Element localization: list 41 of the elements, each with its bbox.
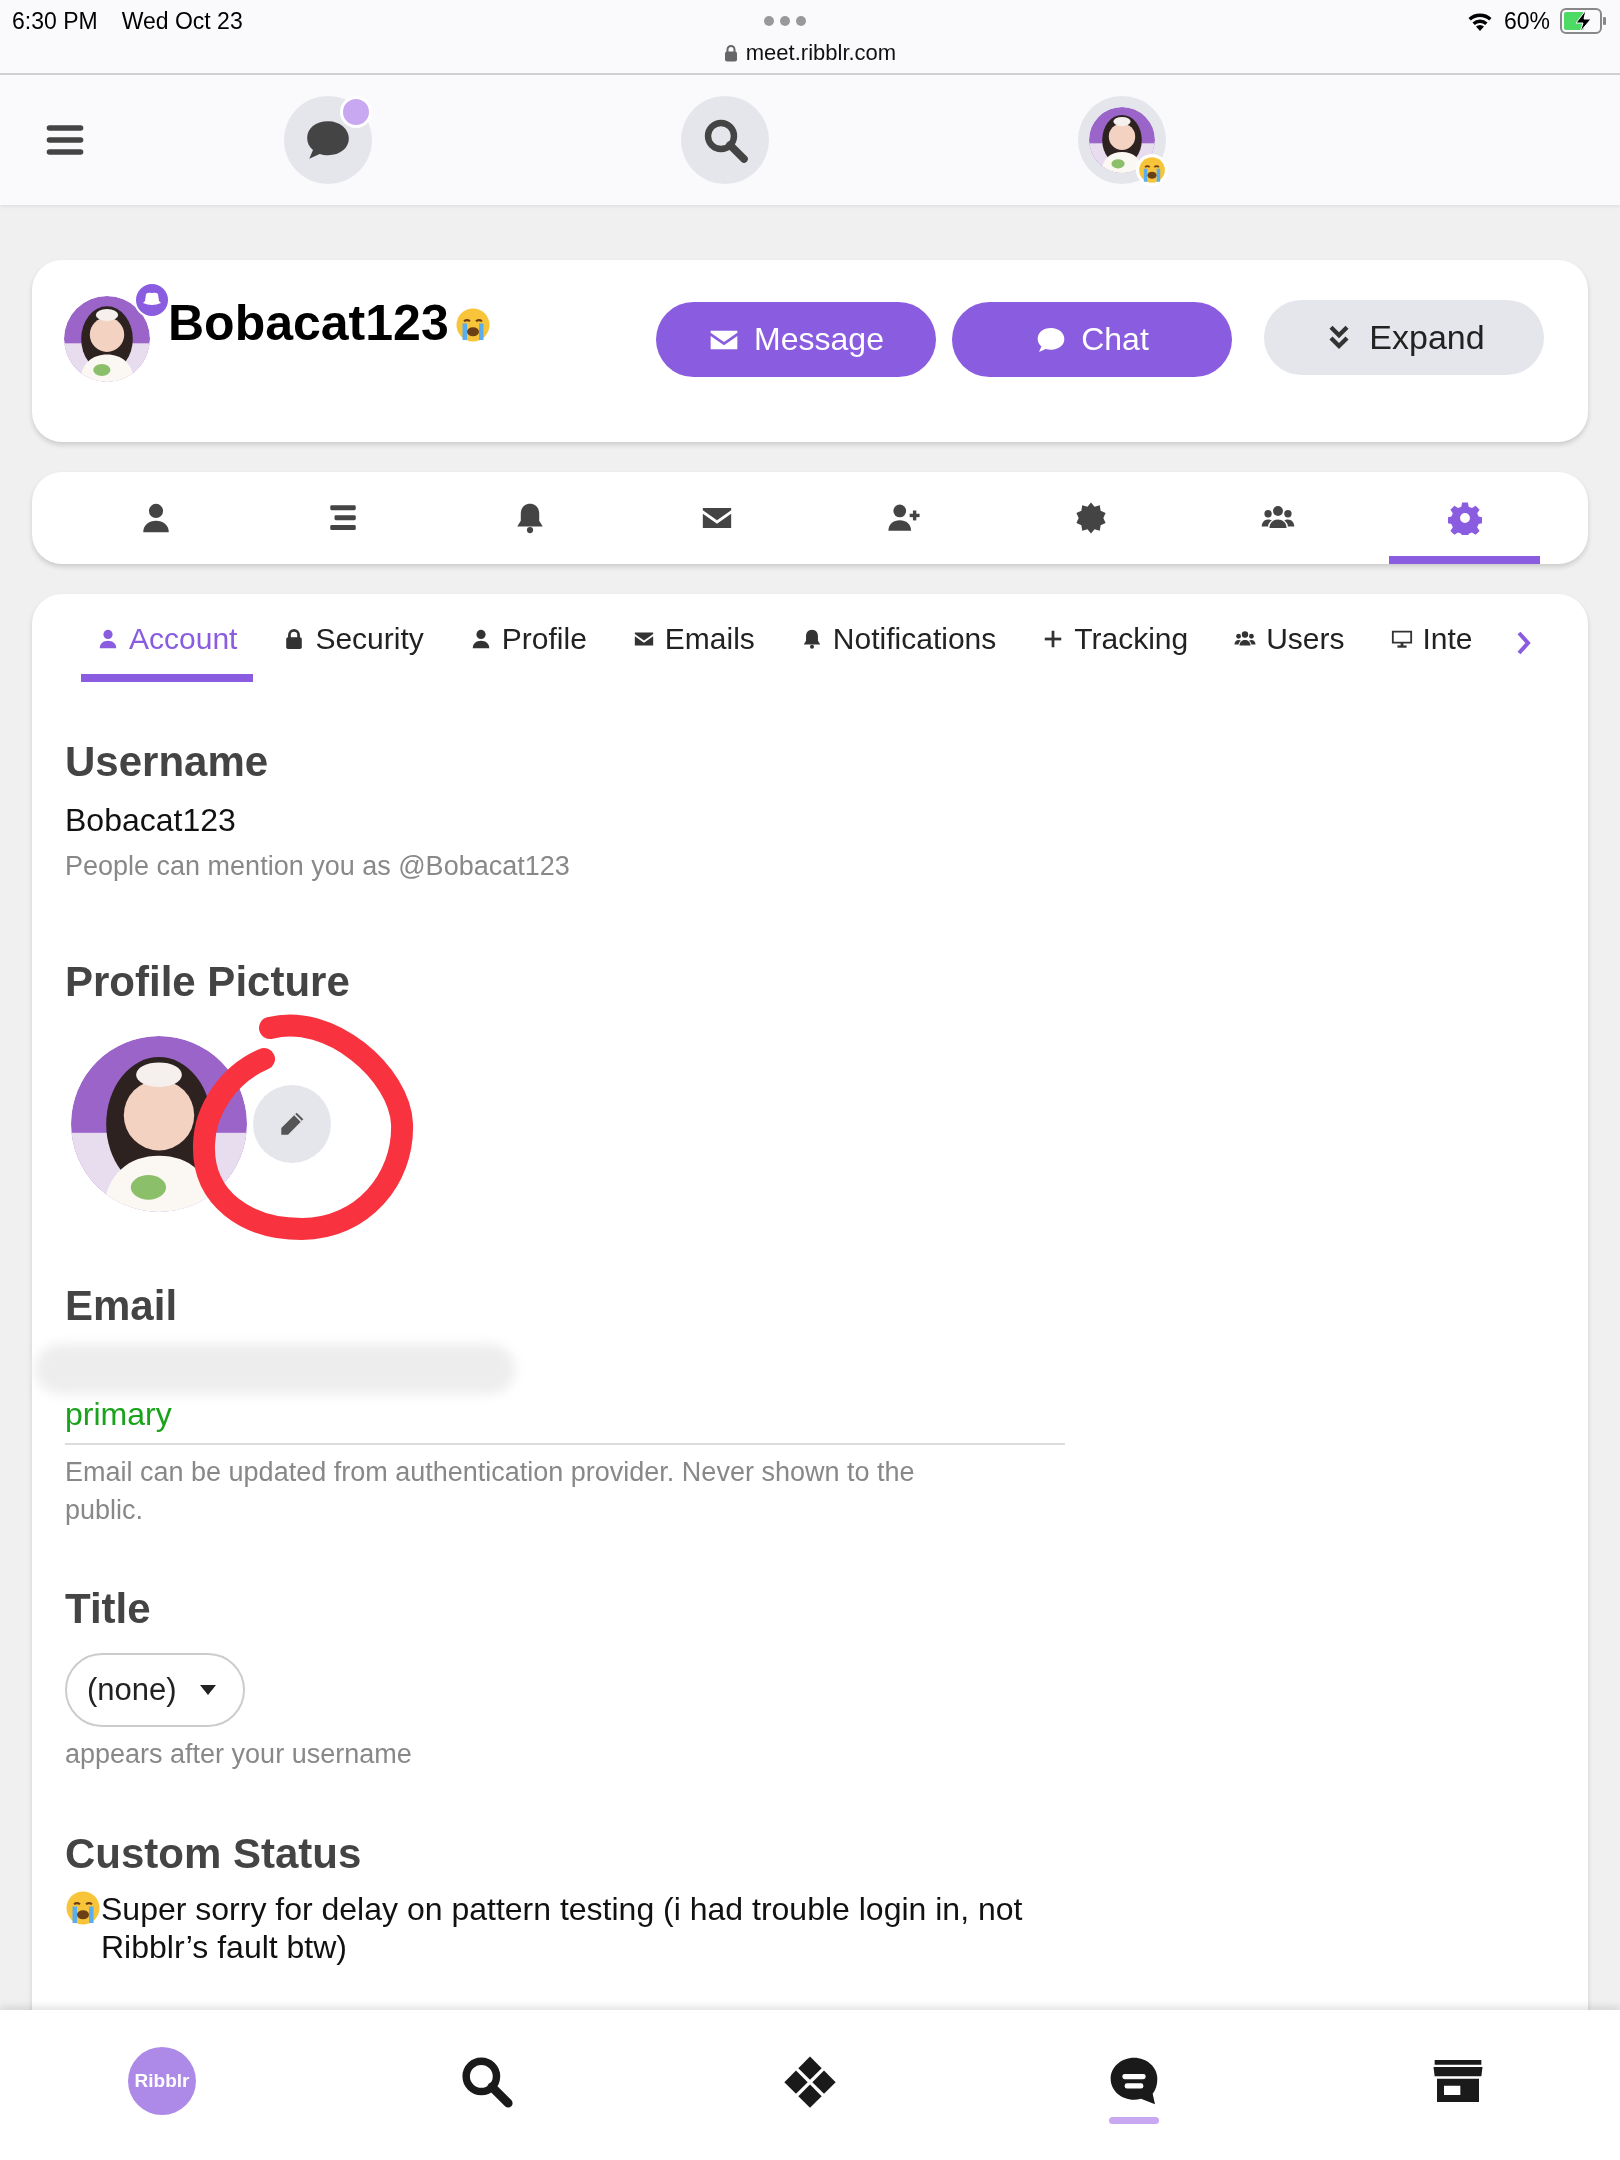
settings-tab[interactable]: Profile: [453, 604, 603, 682]
person-icon: [97, 628, 119, 650]
hat-badge-icon: [134, 282, 170, 318]
caret-icon: [198, 1684, 217, 1696]
username-value: Bobacat123: [65, 802, 237, 839]
expand-button[interactable]: Expand: [1264, 300, 1544, 375]
username-hint: People can mention you as @Bobacat123: [65, 851, 571, 882]
ribblr-logo: Ribblr: [128, 2046, 196, 2115]
monitor-icon: [1390, 628, 1413, 650]
crying-face-icon: [1137, 156, 1166, 184]
section-heading: Profile Picture: [65, 958, 351, 1006]
settings-tab[interactable]: Notifications: [784, 604, 1013, 682]
url-bar[interactable]: meet.ribblr.com: [700, 40, 920, 66]
message-button[interactable]: Message: [656, 302, 936, 377]
battery-percent: 60%: [1503, 7, 1550, 35]
settings-tab[interactable]: Emails: [616, 604, 771, 682]
crying-face-icon: [65, 1890, 101, 1926]
status-text: Super sorry for delay on pattern testing (i had trouble login in, not Ribblr’s fault btw): [101, 1890, 1024, 1966]
settings-tab[interactable]: Inte: [1374, 604, 1489, 682]
chat-button[interactable]: Chat: [952, 302, 1232, 377]
username-heading: Bobacat123: [168, 294, 449, 352]
primary-label: primary: [65, 1396, 173, 1433]
settings-tab[interactable]: Users: [1218, 604, 1361, 682]
title-hint: appears after your username: [65, 1739, 413, 1770]
section-heading: Custom Status: [65, 1830, 363, 1878]
chevron-right-icon[interactable]: [1516, 630, 1532, 656]
settings-tab[interactable]: Account: [81, 604, 254, 682]
status-time: 6:30 PM: [12, 7, 98, 35]
email-hint: Email can be updated from authentication provider. Never shown to the public.: [65, 1456, 916, 1527]
status-date: Wed Oct 23: [121, 7, 243, 35]
title-select[interactable]: (none): [65, 1653, 245, 1727]
gear-icon: [1447, 501, 1482, 535]
crying-face-icon: [454, 307, 491, 343]
settings-tab[interactable]: Security: [267, 604, 440, 682]
avatar: [1088, 107, 1155, 173]
settings-tab[interactable]: Tracking: [1026, 604, 1205, 682]
section-heading: Username: [65, 738, 270, 786]
section-heading: Email: [65, 1282, 179, 1330]
more-dots-icon: [762, 15, 807, 27]
lock-icon: [723, 44, 738, 62]
section-heading: Title: [65, 1585, 152, 1633]
